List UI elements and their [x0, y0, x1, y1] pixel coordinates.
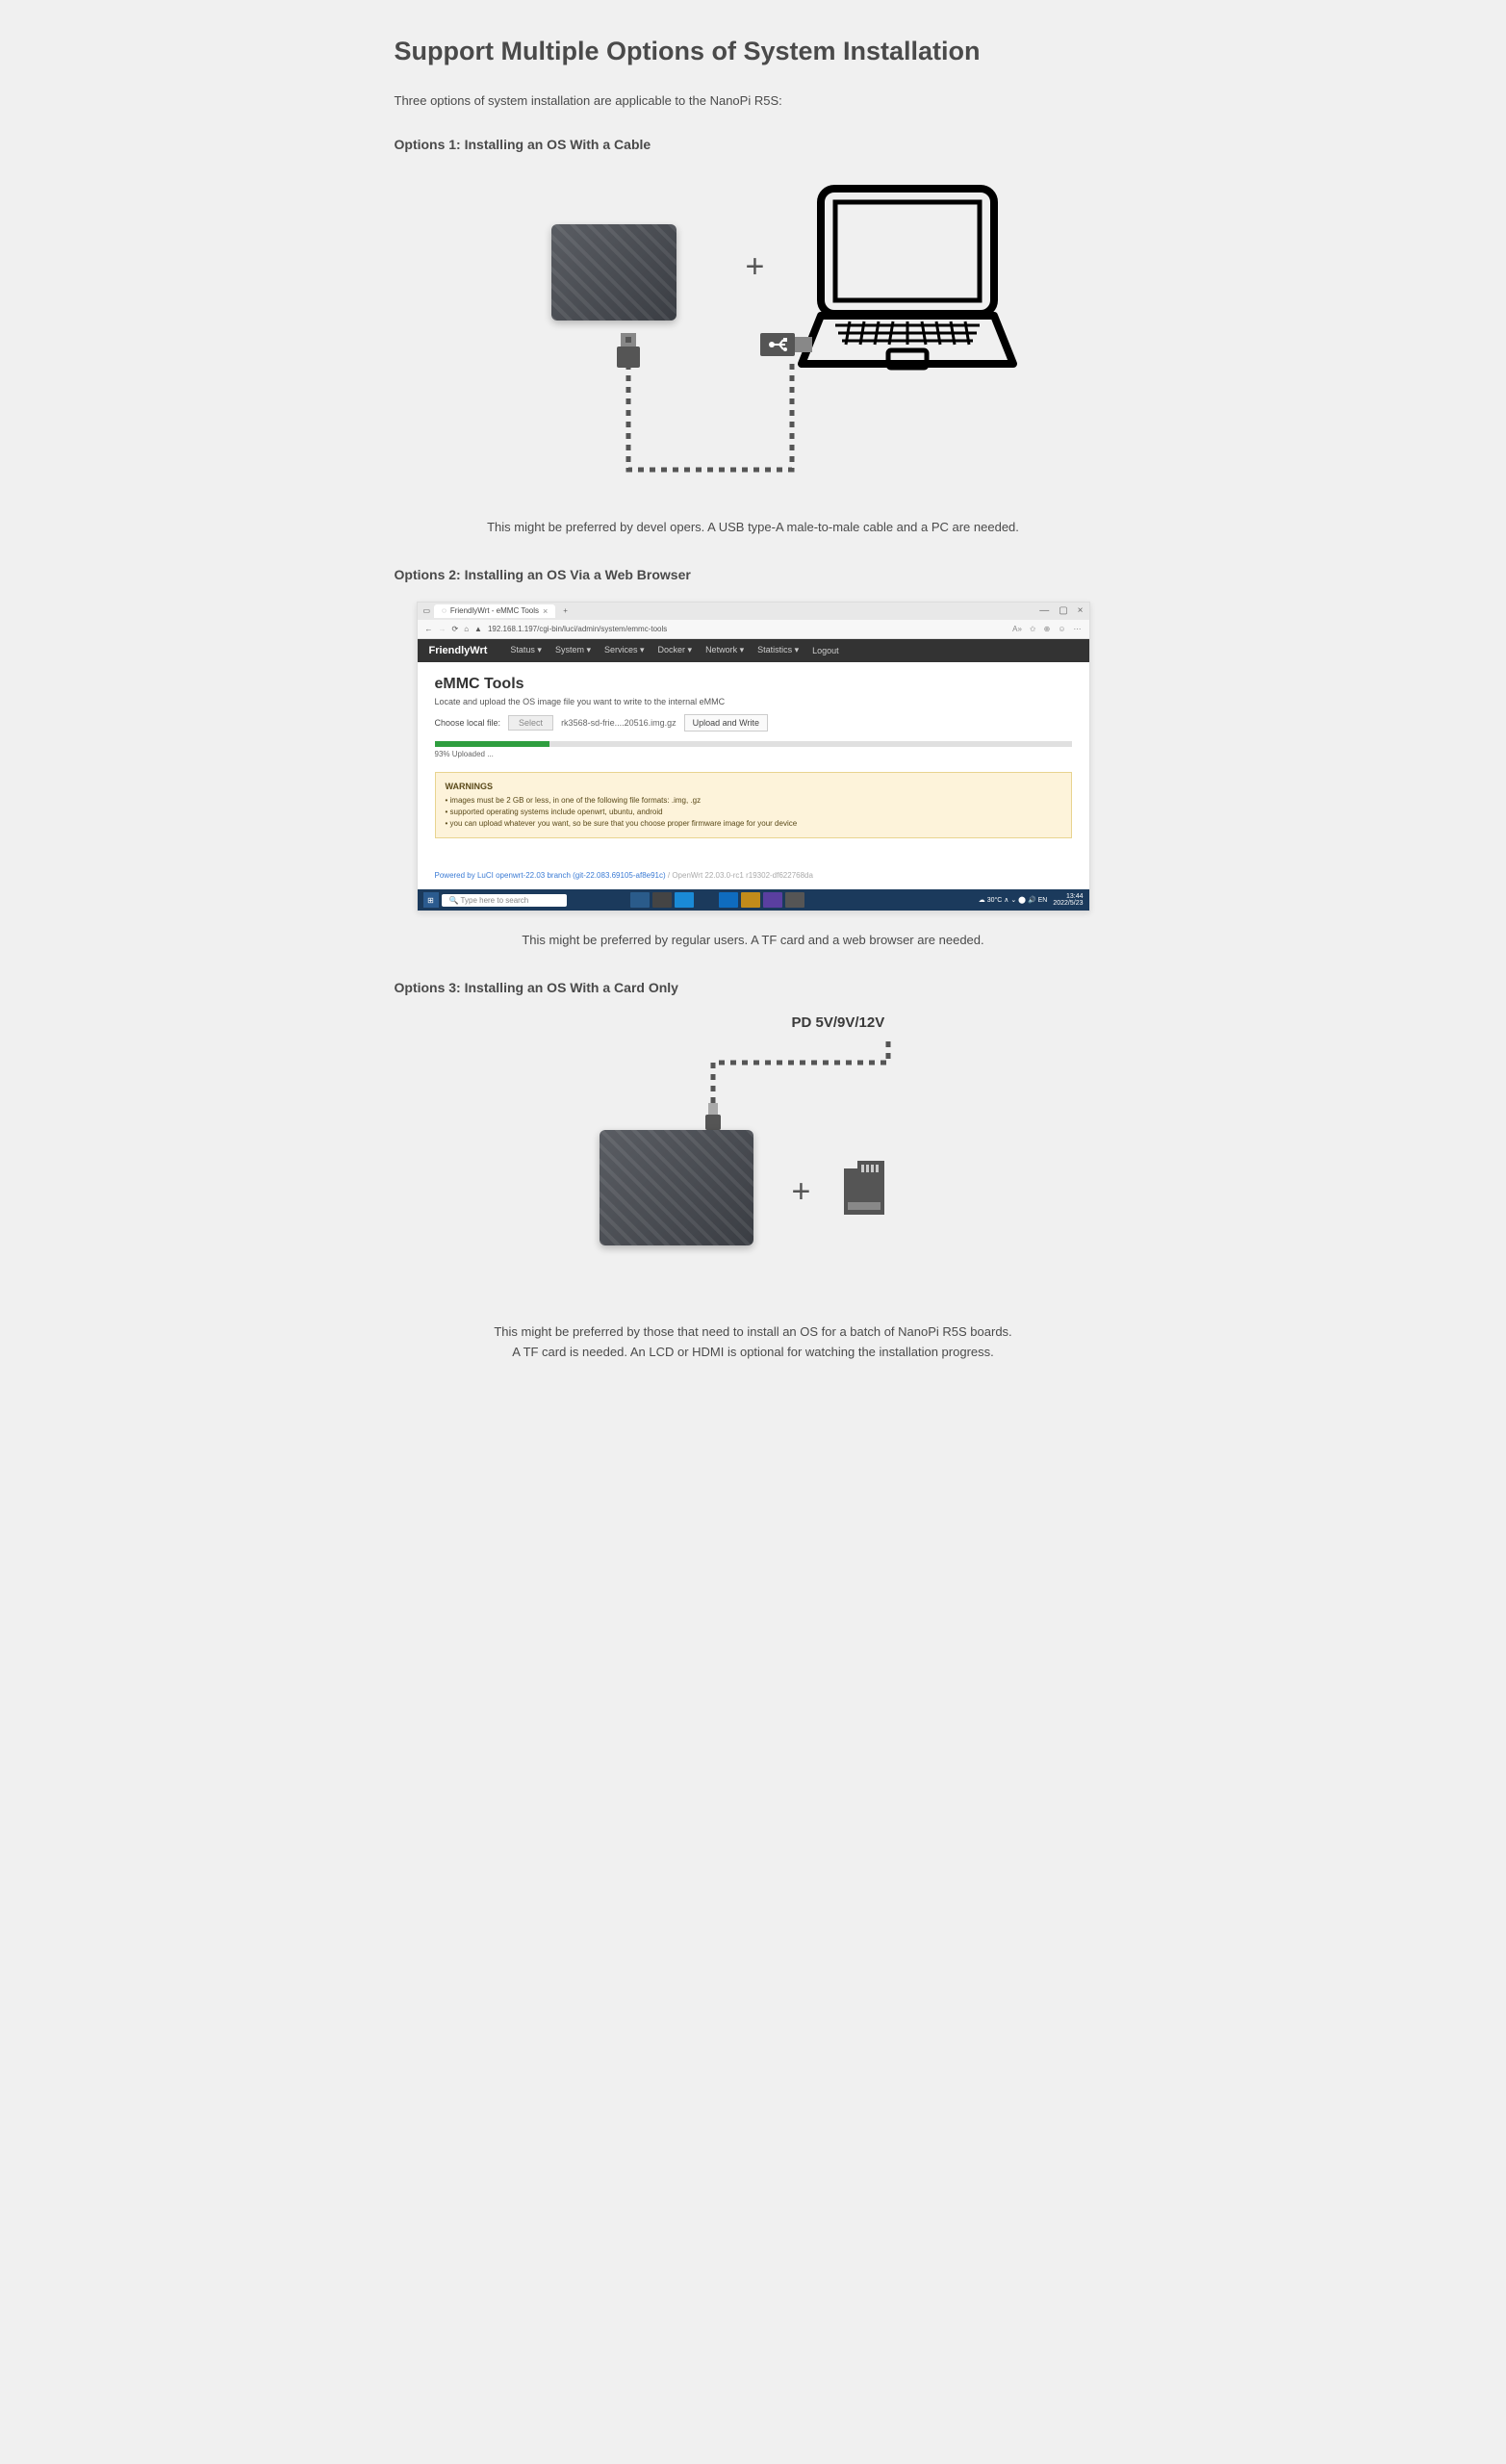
window-close-icon[interactable]: × — [1078, 605, 1084, 616]
usb-a-connector-icon — [609, 333, 648, 372]
nav-services[interactable]: Services ▾ — [604, 645, 645, 655]
start-button[interactable]: ⊞ — [423, 892, 439, 908]
taskbar-search[interactable]: 🔍 Type here to search — [442, 894, 567, 907]
window-minimize-icon[interactable]: — — [1039, 605, 1049, 616]
footer-version: / OpenWrt 22.03.0-rc1 r19302-df622768da — [666, 871, 813, 880]
option3-heading: Options 3: Installing an OS With a Card … — [395, 980, 1112, 995]
tab-title: FriendlyWrt - eMMC Tools — [450, 606, 539, 615]
upload-progress-label: 93% Uploaded ... — [435, 750, 1072, 758]
option1-caption: This might be preferred by devel opers. … — [395, 518, 1112, 538]
taskbar-app-icon[interactable] — [697, 892, 716, 908]
option1-illustration: + — [395, 171, 1112, 499]
app-navbar: FriendlyWrt Status ▾ System ▾ Services ▾… — [418, 639, 1089, 662]
taskbar-weather[interactable]: ☁ 30°C ∧ ⌄ ⬤ 🔊 EN — [979, 896, 1048, 904]
taskbar-app-icon[interactable] — [719, 892, 738, 908]
back-icon[interactable]: ← — [425, 625, 433, 633]
option3-caption: This might be preferred by those that ne… — [395, 1322, 1112, 1363]
usb-connector-icon — [760, 333, 812, 364]
upload-progressbar — [435, 741, 1072, 747]
nav-system[interactable]: System ▾ — [555, 645, 591, 655]
nav-logout[interactable]: Logout — [812, 646, 839, 655]
taskbar-app-icon[interactable] — [785, 892, 804, 908]
taskbar-app-icon[interactable] — [741, 892, 760, 908]
option2-caption: This might be preferred by regular users… — [395, 931, 1112, 951]
window-maximize-icon[interactable]: ▢ — [1059, 605, 1067, 616]
footer-link[interactable]: Powered by LuCI openwrt-22.03 branch (gi… — [435, 871, 666, 880]
taskbar-app-icon[interactable] — [630, 892, 650, 908]
tab-close-icon[interactable]: × — [543, 606, 548, 616]
emmc-subtitle: Locate and upload the OS image file you … — [435, 697, 1072, 706]
plus-icon: + — [792, 1173, 811, 1211]
luci-footer: Powered by LuCI openwrt-22.03 branch (gi… — [418, 852, 1089, 889]
refresh-icon[interactable]: ⟳ — [452, 625, 459, 633]
tab-favicon: ◌ — [442, 606, 447, 615]
option2-illustration: ▭ ◌ FriendlyWrt - eMMC Tools × + — ▢ × ←… — [395, 602, 1112, 912]
option1-heading: Options 1: Installing an OS With a Cable — [395, 137, 1112, 152]
emmc-title: eMMC Tools — [435, 676, 1072, 693]
warnings-box: WARNINGS • images must be 2 GB or less, … — [435, 772, 1072, 839]
forward-icon[interactable]: → — [439, 625, 447, 633]
upload-write-button[interactable]: Upload and Write — [684, 714, 768, 732]
power-plug-icon — [703, 1103, 723, 1132]
warning-item: • images must be 2 GB or less, in one of… — [446, 795, 1061, 807]
taskbar-app-icon[interactable] — [675, 892, 694, 908]
power-cable-path — [494, 1014, 1013, 1303]
nav-network[interactable]: Network ▾ — [705, 645, 744, 655]
warning-item: • you can upload whatever you want, so b… — [446, 818, 1061, 830]
option3-illustration: PD 5V/9V/12V + — [395, 1014, 1112, 1303]
nav-status[interactable]: Status ▾ — [510, 645, 542, 655]
tabbar-app-icon: ▭ — [423, 606, 431, 615]
lock-warn-icon: ▲ — [474, 625, 482, 633]
browser-tabbar: ▭ ◌ FriendlyWrt - eMMC Tools × + — ▢ × — [418, 603, 1089, 620]
fav-icon[interactable]: ✩ — [1030, 625, 1036, 633]
sd-card-icon — [840, 1159, 888, 1217]
warning-item: • supported operating systems include op… — [446, 807, 1061, 818]
usb-cable-path — [484, 171, 1023, 499]
taskbar-time: 13:44 — [1053, 893, 1083, 900]
select-file-button[interactable]: Select — [508, 715, 553, 731]
browser-addressbar: ← → ⟳ ⌂ ▲ 192.168.1.197/cgi-bin/luci/adm… — [418, 620, 1089, 639]
option2-heading: Options 2: Installing an OS Via a Web Br… — [395, 567, 1112, 582]
taskbar-date: 2022/5/23 — [1053, 900, 1083, 907]
read-icon[interactable]: A» — [1012, 625, 1022, 633]
nav-statistics[interactable]: Statistics ▾ — [757, 645, 799, 655]
selected-filename: rk3568-sd-frie....20516.img.gz — [561, 718, 676, 728]
url-field[interactable]: 192.168.1.197/cgi-bin/luci/admin/system/… — [488, 625, 1007, 633]
intro-text: Three options of system installation are… — [395, 93, 1112, 108]
brand-label[interactable]: FriendlyWrt — [429, 645, 488, 656]
choose-file-label: Choose local file: — [435, 718, 501, 728]
ext-icon[interactable]: ⊕ — [1044, 625, 1051, 633]
more-icon[interactable]: ⋯ — [1074, 625, 1082, 633]
nanopi-device-icon — [600, 1130, 753, 1245]
taskbar-app-icon[interactable] — [763, 892, 782, 908]
windows-taskbar: ⊞ 🔍 Type here to search ☁ 30°C ∧ ⌄ ⬤ 🔊 E… — [418, 889, 1089, 911]
taskbar-app-icon[interactable] — [652, 892, 672, 908]
warnings-title: WARNINGS — [446, 781, 1061, 794]
new-tab-button[interactable]: + — [559, 606, 572, 615]
browser-tab[interactable]: ◌ FriendlyWrt - eMMC Tools × — [434, 604, 555, 618]
home-icon[interactable]: ⌂ — [464, 625, 469, 633]
browser-window: ▭ ◌ FriendlyWrt - eMMC Tools × + — ▢ × ←… — [417, 602, 1090, 912]
nav-docker[interactable]: Docker ▾ — [658, 645, 693, 655]
profile-icon[interactable]: ☺ — [1058, 625, 1065, 633]
page-title: Support Multiple Options of System Insta… — [395, 37, 1112, 66]
